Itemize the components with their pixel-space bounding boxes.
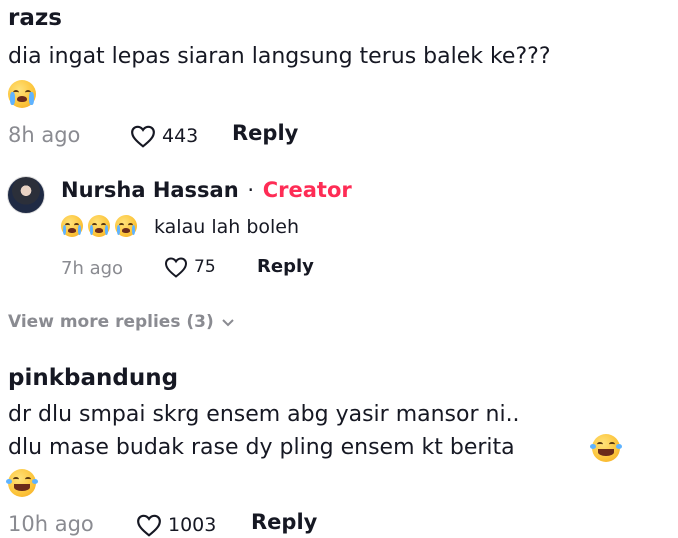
crying-face-icon	[115, 215, 138, 237]
like-count: 1003	[168, 514, 217, 536]
view-more-replies[interactable]: View more replies (3)	[8, 312, 234, 332]
chevron-down-icon	[222, 312, 234, 332]
like-button[interactable]: 443	[130, 124, 198, 148]
reply-button[interactable]: Reply	[232, 121, 298, 145]
separator-dot: ·	[247, 178, 255, 202]
reply-like-count: 75	[194, 257, 216, 277]
reply-button[interactable]: Reply	[251, 510, 317, 534]
crying-face-icon	[8, 80, 36, 108]
crying-face-icon	[88, 215, 111, 237]
reply-header: Nursha Hassan · Creator	[61, 178, 352, 202]
heart-icon	[164, 256, 188, 278]
comment-text-line2: dlu mase budak rase dy pling ensem kt be…	[8, 435, 515, 460]
heart-icon	[130, 124, 156, 148]
view-more-label: View more replies (3)	[8, 312, 214, 332]
comment-text-line1: dr dlu smpai skrg ensem abg yasir mansor…	[8, 402, 520, 427]
like-count: 443	[162, 125, 199, 147]
creator-badge: Creator	[262, 178, 352, 202]
comment-username[interactable]: pinkbandung	[8, 365, 178, 391]
reply-reply-button[interactable]: Reply	[257, 256, 314, 277]
crying-face-icon	[61, 215, 83, 237]
like-button[interactable]: 1003	[136, 513, 216, 537]
avatar[interactable]	[7, 176, 45, 214]
laughing-face-icon	[590, 434, 622, 462]
reply-like-button[interactable]: 75	[164, 256, 216, 278]
comment-time: 10h ago	[8, 512, 94, 536]
comment-text: dia ingat lepas siaran langsung terus ba…	[8, 44, 551, 69]
heart-icon	[136, 513, 162, 537]
comment-time: 8h ago	[8, 123, 81, 147]
reply-username[interactable]: Nursha Hassan	[61, 178, 239, 202]
laughing-face-icon	[6, 469, 38, 497]
reply-time: 7h ago	[61, 258, 124, 279]
reply-text: kalau lah boleh	[154, 216, 300, 238]
comment-username[interactable]: razs	[8, 5, 62, 31]
reply-emojis	[61, 215, 138, 237]
